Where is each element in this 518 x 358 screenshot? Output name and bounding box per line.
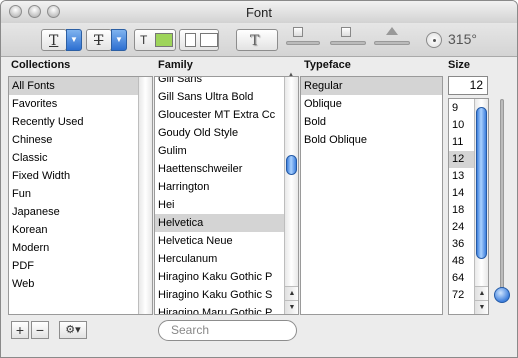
family-item[interactable]: Hiragino Kaku Gothic S [155, 286, 284, 304]
size-item[interactable]: 18 [449, 202, 475, 219]
document-color-icon [185, 33, 196, 47]
remove-collection-button[interactable]: − [31, 321, 49, 339]
family-item[interactable]: Gloucester MT Extra Cc [155, 106, 284, 124]
collection-item-modern[interactable]: Modern [9, 239, 152, 257]
collection-item-fixed-width[interactable]: Fixed Width [9, 167, 152, 185]
underline-button[interactable]: T [41, 29, 67, 51]
collections-list: All Fonts Favorites Recently Used Chines… [8, 76, 153, 315]
size-list: 9 10 11 12 13 14 18 24 36 48 64 72 ▲ ▼ [448, 98, 489, 315]
strikethrough-icon: T [94, 33, 104, 49]
strikethrough-menu-arrow[interactable]: ▼ [111, 29, 127, 51]
family-item[interactable]: Helvetica Neue [155, 232, 284, 250]
typeface-list: Regular Oblique Bold Bold Oblique [300, 76, 443, 315]
family-item[interactable]: Goudy Old Style [155, 124, 284, 142]
family-item[interactable]: Hiragino Kaku Gothic P [155, 268, 284, 286]
font-panel-window: Font T ▼ T ▼ T T 315° Collections Family… [0, 0, 518, 358]
family-item[interactable]: Hei [155, 196, 284, 214]
typeface-item-bold-oblique[interactable]: Bold Oblique [301, 131, 442, 149]
size-item[interactable]: 13 [449, 168, 475, 185]
family-item-selected[interactable]: Helvetica [155, 214, 284, 232]
underline-menu-arrow[interactable]: ▼ [66, 29, 82, 51]
typeface-header: Typeface [304, 59, 351, 71]
family-list-rows: Gill Sans Gill Sans Ultra Bold Glouceste… [155, 77, 284, 314]
rotation-angle: 315° [448, 31, 477, 47]
strikethrough-button[interactable]: T [86, 29, 112, 51]
typeface-item-regular[interactable]: Regular [301, 77, 442, 95]
size-scroll-down-icon[interactable]: ▼ [475, 300, 488, 314]
scroll-top-arrow-icon: ▲ [288, 72, 294, 78]
search-input[interactable]: Search [158, 320, 297, 341]
typeface-item-bold[interactable]: Bold [301, 113, 442, 131]
size-item[interactable]: 48 [449, 253, 475, 270]
collection-item-all-fonts[interactable]: All Fonts [9, 77, 152, 95]
shadow-offset-icon [386, 27, 398, 35]
shadow-icon: T [250, 33, 260, 49]
collection-item-korean[interactable]: Korean [9, 221, 152, 239]
size-scroll-up-icon[interactable]: ▲ [475, 286, 488, 300]
size-item[interactable]: 72 [449, 287, 475, 304]
underline-icon: T [49, 33, 59, 49]
collection-item-recently-used[interactable]: Recently Used [9, 113, 152, 131]
collection-item-fun[interactable]: Fun [9, 185, 152, 203]
collection-item-pdf[interactable]: PDF [9, 257, 152, 275]
size-list-rows: 9 10 11 12 13 14 18 24 36 48 64 72 [449, 100, 475, 304]
family-list: Gill Sans Gill Sans Ultra Bold Glouceste… [154, 76, 299, 315]
collections-header: Collections [11, 59, 71, 71]
size-input[interactable]: 12 [448, 76, 488, 95]
collection-item-classic[interactable]: Classic [9, 149, 152, 167]
document-color-swatch [200, 33, 218, 47]
family-item[interactable]: Herculanum [155, 250, 284, 268]
scroll-up-icon[interactable]: ▲ [285, 286, 298, 300]
shadow-blur-icon [341, 27, 351, 37]
gear-icon[interactable]: ⚙▾ [59, 321, 87, 339]
family-header: Family [158, 59, 193, 71]
text-color-swatch [155, 33, 173, 47]
typeface-item-oblique[interactable]: Oblique [301, 95, 442, 113]
shadow-opacity-slider[interactable] [286, 41, 320, 45]
document-color-button[interactable] [179, 29, 219, 51]
size-header: Size [448, 59, 471, 71]
collection-item-chinese[interactable]: Chinese [9, 131, 152, 149]
family-item[interactable]: Harrington [155, 178, 284, 196]
window-title: Font [245, 5, 272, 20]
size-item-selected[interactable]: 12 [449, 151, 475, 168]
size-item[interactable]: 11 [449, 134, 475, 151]
family-scrollbar[interactable]: ▲ ▼ [284, 77, 298, 314]
text-color-button[interactable]: T [134, 29, 176, 51]
family-scroll-thumb[interactable] [286, 155, 297, 175]
size-item[interactable]: 64 [449, 270, 475, 287]
title-bar: Font [1, 1, 517, 23]
add-collection-button[interactable]: + [11, 321, 29, 339]
size-scroll-thumb[interactable] [476, 107, 487, 259]
size-scrollbar[interactable]: ▲ ▼ [474, 99, 488, 314]
size-slider[interactable] [500, 99, 504, 297]
size-item[interactable]: 10 [449, 117, 475, 134]
collection-item-favorites[interactable]: Favorites [9, 95, 152, 113]
toolbar: T ▼ T ▼ T T 315° [1, 23, 517, 57]
rotation-dial-icon[interactable] [426, 32, 442, 48]
collection-item-japanese[interactable]: Japanese [9, 203, 152, 221]
family-item[interactable]: Gill Sans [155, 77, 284, 88]
collections-scrollbar[interactable] [138, 77, 152, 314]
size-item[interactable]: 36 [449, 236, 475, 253]
size-item[interactable]: 24 [449, 219, 475, 236]
shadow-opacity-icon [293, 27, 303, 37]
shadow-offset-slider[interactable] [374, 41, 410, 45]
family-item[interactable]: Haettenschweiler [155, 160, 284, 178]
text-color-icon: T [140, 33, 148, 47]
family-item[interactable]: Gulim [155, 142, 284, 160]
scroll-down-icon[interactable]: ▼ [285, 300, 298, 314]
size-item[interactable]: 14 [449, 185, 475, 202]
family-item[interactable]: Hiragino Maru Gothic P [155, 304, 284, 314]
shadow-button[interactable]: T [236, 29, 278, 51]
size-slider-knob[interactable] [494, 287, 510, 303]
size-item[interactable]: 9 [449, 100, 475, 117]
shadow-blur-slider[interactable] [330, 41, 366, 45]
collection-item-web[interactable]: Web [9, 275, 152, 293]
family-item[interactable]: Gill Sans Ultra Bold [155, 88, 284, 106]
